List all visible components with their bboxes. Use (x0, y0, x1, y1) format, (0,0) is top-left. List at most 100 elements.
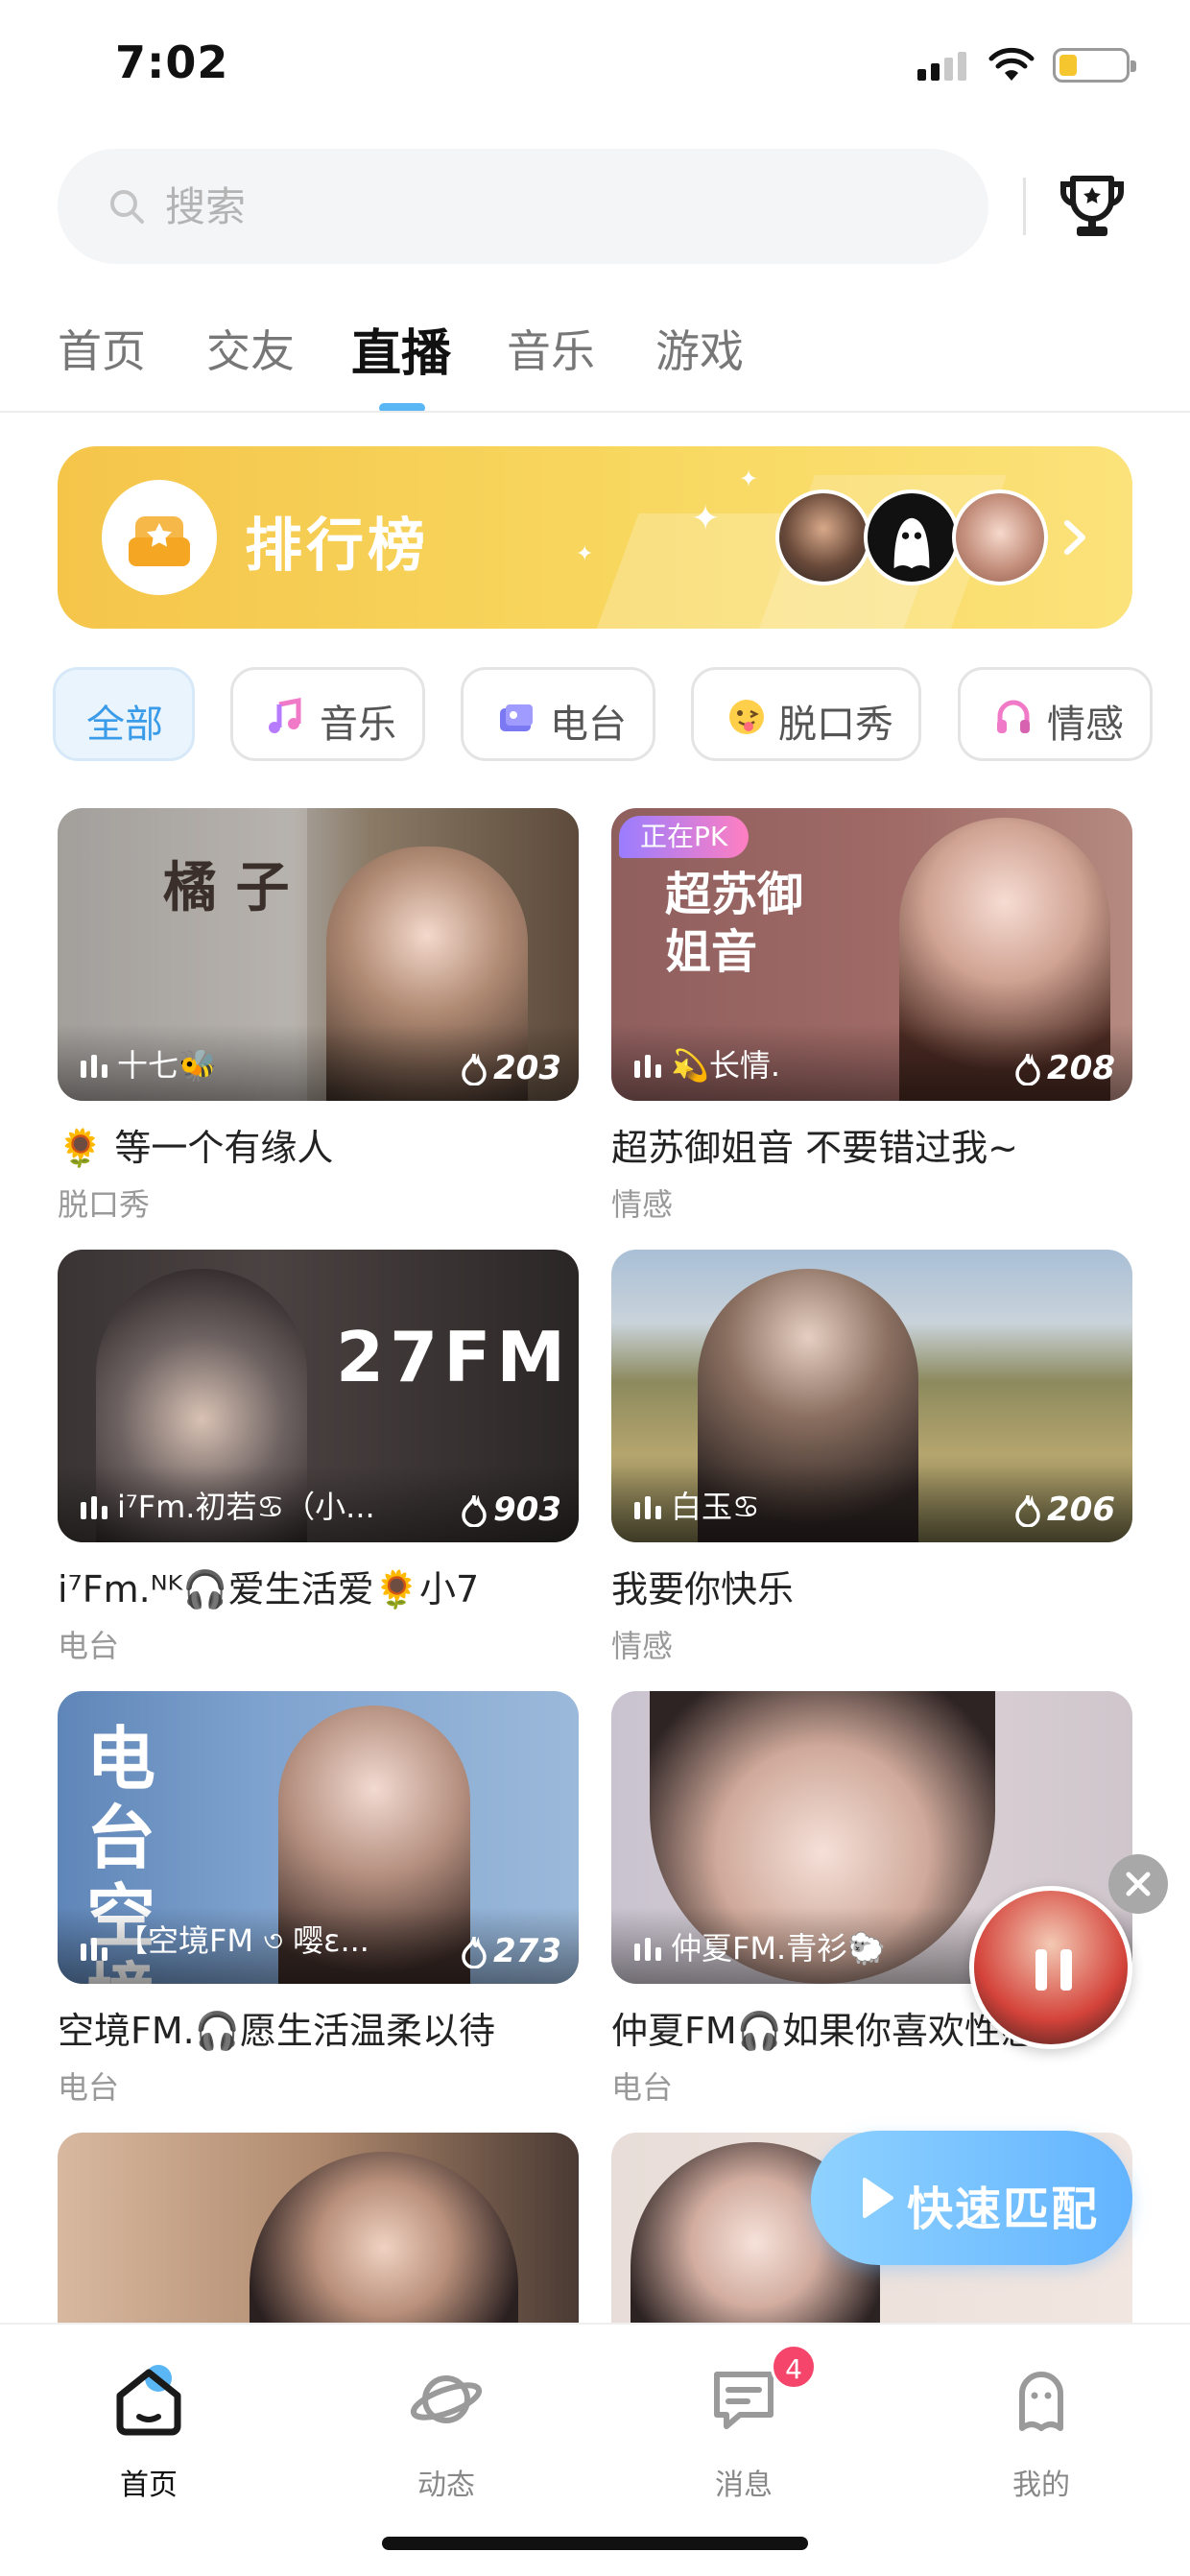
chip-all[interactable]: 全部 (53, 667, 195, 761)
search-input[interactable] (165, 178, 933, 235)
nav-label: 我的 (1012, 2469, 1070, 2502)
live-audio-icon (634, 1938, 661, 1961)
heat-count: 203 (493, 1049, 561, 1087)
home-icon (116, 2365, 181, 2436)
flame-icon (462, 1053, 487, 1085)
heat-count: 208 (1047, 1049, 1115, 1087)
tab-live[interactable]: 直播 (351, 313, 451, 385)
heat-count: 206 (1047, 1491, 1115, 1529)
live-audio-icon (81, 1496, 107, 1519)
cover-text: 超苏御姐音 (665, 868, 804, 979)
tabs-divider (0, 411, 1190, 413)
host-name: 【空境FM ৩ 嘤ε... (117, 1922, 369, 1959)
quick-match-button[interactable]: 快速匹配 (811, 2131, 1132, 2265)
room-card[interactable]: 超苏御姐音 正在PK 💫长情. 208 超苏御姐音 不要错过我~ 情感 (611, 808, 1132, 1225)
room-cover: 27FM i⁷Fm.初若♋（小... 903 (58, 1250, 579, 1542)
room-category: 脱口秀 (58, 1186, 151, 1223)
room-title: 我要你快乐 (611, 1568, 795, 1610)
room-cover: 超苏御姐音 正在PK 💫长情. 208 (611, 808, 1132, 1101)
host-name: i⁷Fm.初若♋（小... (117, 1489, 375, 1525)
chip-label: 电台 (550, 703, 627, 747)
cover-text: 橘 子 (163, 857, 290, 919)
flame-icon (462, 1936, 487, 1968)
search-icon (110, 190, 144, 224)
top-rank-avatar (864, 489, 960, 585)
room-card[interactable]: 白玉♋ 206 我要你快乐 情感 (611, 1250, 1132, 1666)
room-title: 🌻 等一个有缘人 (58, 1127, 334, 1169)
nav-label: 首页 (120, 2469, 178, 2502)
nav-label: 消息 (715, 2469, 773, 2502)
room-card[interactable]: 电台 空境 【空境FM ৩ 嘤ε... 273 空境FM.🎧愿生活温柔以待 电台 (58, 1691, 579, 2108)
heat-count: 273 (493, 1932, 561, 1970)
status-bar: 7:02 (0, 0, 1190, 134)
sparkle-icon: ✦ (576, 542, 594, 566)
room-category: 电台 (611, 2069, 674, 2106)
ranking-title: 排行榜 (245, 513, 429, 580)
wifi-icon (988, 47, 1035, 81)
planet-icon (410, 2375, 483, 2423)
chip-radio[interactable]: 电台 (461, 667, 655, 761)
chip-talk-show[interactable]: 脱口秀 (691, 667, 921, 761)
room-cover: 橘 子 十七🐝 203 (58, 808, 579, 1101)
tab-home[interactable]: 首页 (58, 317, 146, 380)
sparkle-icon: ✦ (691, 499, 721, 538)
pause-icon[interactable] (1030, 1944, 1078, 1996)
home-indicator (382, 2537, 808, 2550)
top-rank-avatar (952, 489, 1048, 585)
cover-text: 27FM (336, 1317, 572, 1397)
chip-label: 脱口秀 (778, 703, 893, 747)
room-card[interactable] (58, 2133, 579, 2325)
room-title: 空境FM.🎧愿生活温柔以待 (58, 2010, 496, 2052)
live-audio-icon (81, 1055, 107, 1078)
nav-moments[interactable]: 动态 (350, 2344, 542, 2507)
room-title: 超苏御姐音 不要错过我~ (611, 1127, 1018, 1169)
nav-home[interactable]: 首页 (53, 2344, 245, 2507)
chip-label: 情感 (1047, 703, 1124, 747)
room-card[interactable]: 27FM i⁷Fm.初若♋（小... 903 i⁷Fm.ᴺᴷ🎧爱生活爱🌻小7 电… (58, 1250, 579, 1666)
live-audio-icon (81, 1938, 107, 1961)
top-tabs: 首页 交友 直播 音乐 游戏 (0, 307, 1190, 413)
ranking-badge-icon (102, 480, 217, 595)
tab-music[interactable]: 音乐 (507, 317, 595, 380)
status-time: 7:02 (115, 36, 229, 88)
nav-profile[interactable]: 我的 (945, 2344, 1137, 2507)
search-bar[interactable] (58, 149, 988, 264)
sparkle-icon: ✦ (739, 465, 759, 492)
tongue-emoji-icon (729, 700, 764, 734)
chip-label: 音乐 (320, 703, 396, 747)
close-player-button[interactable] (1108, 1854, 1168, 1914)
ranking-banner[interactable]: ✦ ✦ ✦ 排行榜 (58, 446, 1132, 629)
profile-icon (1019, 2372, 1063, 2431)
room-category: 情感 (611, 1628, 674, 1664)
nav-messages[interactable]: 4 消息 (648, 2344, 840, 2507)
tab-games[interactable]: 游戏 (655, 317, 744, 380)
heat-count: 903 (493, 1491, 561, 1529)
quick-match-label: 快速匹配 (907, 2182, 1100, 2236)
top-rank-avatar (775, 489, 871, 585)
headphones-icon (997, 700, 1030, 733)
flame-icon (1015, 1494, 1040, 1527)
chip-emotion[interactable]: 情感 (958, 667, 1153, 761)
tab-friends[interactable]: 交友 (206, 317, 295, 380)
nav-label: 动态 (417, 2469, 475, 2502)
room-cover: 电台 空境 【空境FM ৩ 嘤ε... 273 (58, 1691, 579, 1984)
cellular-signal-icon (917, 50, 969, 81)
room-category: 情感 (611, 1186, 674, 1223)
host-name: 💫长情. (671, 1047, 781, 1084)
flame-icon (462, 1494, 487, 1527)
live-audio-icon (634, 1496, 661, 1519)
chevron-right-icon (1064, 520, 1085, 555)
chip-label: 全部 (86, 703, 163, 747)
play-icon (863, 2178, 893, 2218)
search-divider (1023, 178, 1026, 235)
music-note-icon (269, 697, 301, 733)
chip-music[interactable]: 音乐 (230, 667, 425, 761)
trophy-icon[interactable] (1056, 171, 1129, 244)
host-name: 十七🐝 (117, 1047, 217, 1084)
pk-badge: 正在PK (619, 816, 750, 858)
host-photo (250, 2152, 518, 2325)
room-cover: 白玉♋ 206 (611, 1250, 1132, 1542)
host-name: 白玉♋ (671, 1489, 760, 1525)
room-card[interactable]: 橘 子 十七🐝 203 🌻 等一个有缘人 脱口秀 (58, 808, 579, 1225)
unread-badge: 4 (771, 2344, 817, 2390)
